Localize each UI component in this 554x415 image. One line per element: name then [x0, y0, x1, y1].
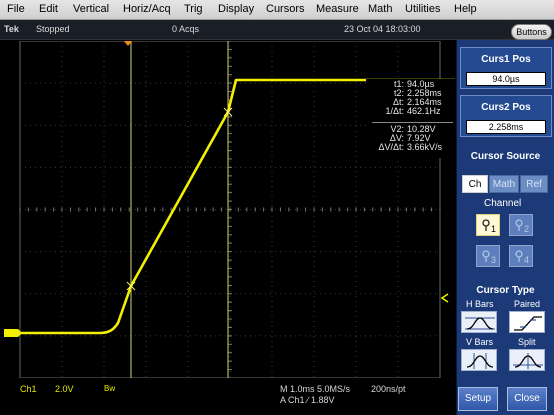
curs2-pos-title: Curs2 Pos — [481, 102, 531, 113]
hbars-button[interactable] — [461, 311, 497, 333]
inverse-delta-t-value: 462.1Hz — [407, 106, 441, 116]
channel-3-button[interactable]: 3 — [476, 245, 500, 267]
menu-vertical[interactable]: Vertical — [73, 3, 109, 15]
timestamp: 23 Oct 04 18:03:00 — [344, 24, 421, 34]
buttons-toggle-button[interactable]: Buttons — [511, 24, 552, 40]
readout-divider — [372, 122, 453, 123]
trigger-readout[interactable]: A Ch1 ∕ 1.88V — [280, 395, 335, 405]
waveform-display: t1: 94.0µs t2: 2.258ms Δt: 2.164ms 1/Δt: 462… — [0, 41, 456, 378]
channel-1-scale[interactable]: 2.0V — [55, 384, 74, 394]
vbars-button[interactable] — [461, 349, 497, 371]
bandwidth-limit-mark: Bw — [104, 384, 116, 393]
curs1-pos-field[interactable]: 94.0µs — [466, 72, 546, 86]
vbars-label: V Bars — [466, 337, 494, 347]
cursor-type-title: Cursor Type — [476, 285, 535, 296]
channel-3-number: 3 — [491, 255, 497, 265]
channel-1-button[interactable]: 1 — [476, 214, 500, 236]
channel-4-button[interactable]: 4 — [509, 245, 533, 267]
tab-ref[interactable]: Ref — [520, 175, 548, 193]
menu-cursors[interactable]: Cursors — [266, 3, 305, 15]
channel-1-number: 1 — [491, 224, 497, 234]
split-cursor-icon — [513, 353, 543, 369]
status-bar: Tek Stopped 0 Acqs 23 Oct 04 18:03:00 — [0, 20, 554, 40]
channel-4-number: 4 — [524, 255, 530, 265]
paired-cursor-icon — [514, 316, 542, 331]
menu-edit[interactable]: Edit — [39, 3, 58, 15]
curs2-pos-box: Curs2 Pos 2.258ms — [460, 95, 552, 137]
channel-1-ground-icon[interactable] — [4, 329, 22, 337]
channel-label: Channel — [484, 198, 522, 209]
menu-measure[interactable]: Measure — [316, 3, 359, 15]
hbars-icon — [465, 317, 495, 330]
menu-display[interactable]: Display — [218, 3, 254, 15]
probe-2-icon — [515, 219, 523, 231]
tab-math[interactable]: Math — [489, 175, 519, 193]
split-button[interactable] — [509, 349, 545, 371]
paired-label: Paired — [514, 299, 541, 309]
channel-1-label[interactable]: Ch1 — [20, 384, 37, 394]
cursor-readout: t1: 94.0µs t2: 2.258ms Δt: 2.164ms 1/Δt: 462… — [366, 79, 455, 158]
cursor-source-title: Cursor Source — [470, 151, 541, 162]
slope-label: ΔV/Δt: — [378, 142, 404, 152]
channel-2-button[interactable]: 2 — [509, 214, 533, 236]
curs1-pos-box: Curs1 Pos 94.0µs — [460, 47, 552, 89]
channel-2-number: 2 — [524, 224, 530, 234]
hbars-label: H Bars — [466, 299, 494, 309]
probe-4-icon — [515, 250, 523, 262]
menu-trig[interactable]: Trig — [184, 3, 203, 15]
acquisition-count: 0 Acqs — [172, 24, 200, 34]
menu-math[interactable]: Math — [368, 3, 392, 15]
bottom-info-bar: Ch1 2.0V Bw M 1.0ms 5.0MS/s 200ns/pt A C… — [0, 378, 456, 415]
curs1-pos-title: Curs1 Pos — [481, 54, 531, 65]
probe-1-icon — [482, 219, 490, 231]
menu-bar: File Edit Vertical Horiz/Acq Trig Displa… — [0, 0, 554, 20]
sample-interval: 200ns/pt — [371, 384, 406, 394]
close-button[interactable]: Close — [507, 387, 547, 411]
vbars-icon — [466, 353, 494, 369]
cursor-control-panel: Curs1 Pos 94.0µs Curs2 Pos 2.258ms Curso… — [456, 40, 554, 415]
paired-button[interactable] — [509, 311, 545, 333]
split-label: Split — [518, 337, 536, 347]
menu-file[interactable]: File — [7, 3, 25, 15]
timebase-readout[interactable]: M 1.0ms 5.0MS/s — [280, 384, 350, 394]
brand-label: Tek — [4, 24, 19, 34]
setup-button[interactable]: Setup — [458, 387, 498, 411]
menu-help[interactable]: Help — [454, 3, 477, 15]
run-state: Stopped — [36, 24, 70, 34]
menu-horiz-acq[interactable]: Horiz/Acq — [123, 3, 171, 15]
trigger-level-icon[interactable] — [440, 293, 449, 303]
probe-3-icon — [482, 250, 490, 262]
menu-utilities[interactable]: Utilities — [405, 3, 440, 15]
tab-ch[interactable]: Ch — [462, 175, 488, 193]
inverse-delta-t-label: 1/Δt: — [385, 106, 404, 116]
curs2-pos-field[interactable]: 2.258ms — [466, 120, 546, 134]
slope-value: 3.66kV/s — [407, 142, 443, 152]
